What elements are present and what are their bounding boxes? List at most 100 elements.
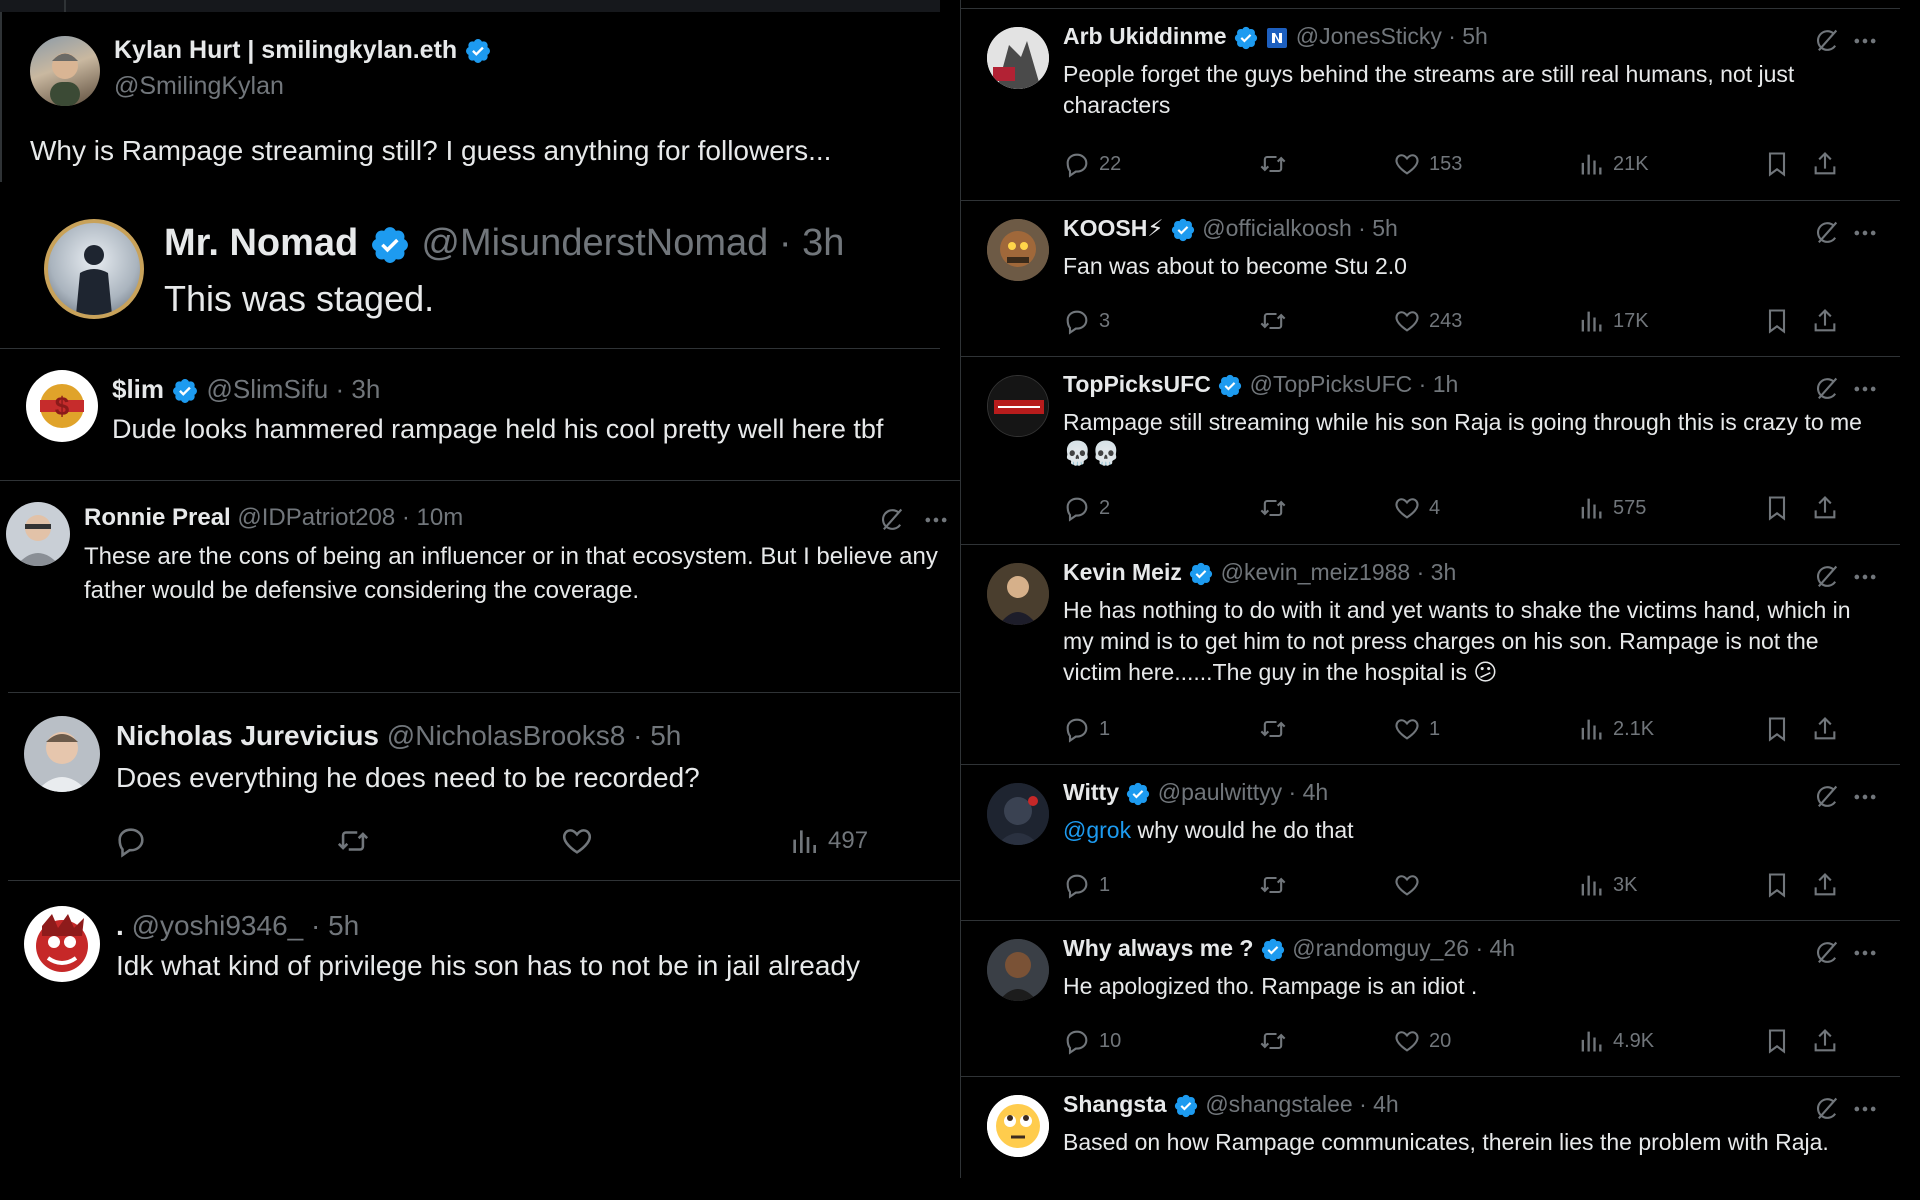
- like-button[interactable]: 243: [1393, 306, 1462, 336]
- post-time[interactable]: · 4h: [1475, 935, 1515, 961]
- author-handle[interactable]: @SmilingKylan: [114, 72, 284, 101]
- tweet[interactable]: Why always me ? @randomguy_26 · 4h He ap…: [961, 920, 1900, 1076]
- avatar[interactable]: [987, 1095, 1049, 1157]
- tweet[interactable]: TopPicksUFC @TopPicksUFC · 1h Rampage st…: [961, 356, 1900, 544]
- grok-icon[interactable]: [1813, 563, 1841, 591]
- more-icon[interactable]: [922, 506, 950, 534]
- bookmark-button[interactable]: [1763, 149, 1799, 179]
- post-time[interactable]: · 5h: [1448, 23, 1488, 49]
- avatar[interactable]: [987, 27, 1049, 89]
- author-name[interactable]: TopPicksUFC: [1063, 371, 1211, 397]
- bookmark-button[interactable]: [1763, 870, 1799, 900]
- avatar[interactable]: [987, 375, 1049, 437]
- reply-button[interactable]: 22: [1063, 149, 1121, 179]
- author-handle[interactable]: @JonesSticky: [1296, 23, 1442, 49]
- author-handle[interactable]: @yoshi9346_: [132, 910, 304, 941]
- share-button[interactable]: [1811, 1026, 1847, 1056]
- author-name[interactable]: $lim: [112, 374, 164, 404]
- post-time[interactable]: · 5h: [311, 910, 359, 941]
- author-name[interactable]: Nicholas Jurevicius: [116, 720, 379, 751]
- post-time[interactable]: · 4h: [1289, 779, 1329, 805]
- avatar-nomad[interactable]: [44, 219, 144, 319]
- author-name[interactable]: KOOSH⚡: [1063, 215, 1164, 241]
- grok-icon[interactable]: [1813, 1095, 1841, 1123]
- post-time[interactable]: · 3h: [335, 374, 380, 404]
- avatar-yoshi[interactable]: [24, 906, 100, 982]
- like-button[interactable]: [1393, 870, 1429, 900]
- author-handle[interactable]: @NicholasBrooks8: [387, 720, 626, 751]
- retweet-icon[interactable]: [336, 824, 370, 858]
- post-time[interactable]: · 5h: [1358, 215, 1398, 241]
- share-button[interactable]: [1811, 870, 1847, 900]
- retweet-button[interactable]: [1259, 493, 1295, 523]
- views-button[interactable]: 497: [788, 824, 868, 858]
- more-icon[interactable]: [1851, 939, 1879, 967]
- post-time[interactable]: · 10m: [402, 504, 463, 531]
- author-handle[interactable]: @kevin_meiz1988: [1221, 559, 1411, 585]
- avatar-nicholas[interactable]: [24, 716, 100, 792]
- avatar-slim[interactable]: $: [26, 370, 98, 442]
- grok-icon[interactable]: [1813, 939, 1841, 967]
- reply-button[interactable]: 3: [1063, 306, 1110, 336]
- grok-icon[interactable]: [1813, 27, 1841, 55]
- author-handle[interactable]: @SlimSifu: [207, 374, 329, 404]
- tweet[interactable]: Witty @paulwittyy · 4h @grok why would h…: [961, 764, 1900, 920]
- grok-icon[interactable]: [1813, 219, 1841, 247]
- author-handle[interactable]: @officialkoosh: [1202, 215, 1352, 241]
- like-button[interactable]: 4: [1393, 493, 1440, 523]
- author-name[interactable]: Arb Ukiddinme: [1063, 23, 1227, 49]
- share-button[interactable]: [1811, 493, 1847, 523]
- author-handle[interactable]: @MisunderstNomad: [421, 222, 768, 264]
- more-icon[interactable]: [1851, 563, 1879, 591]
- author-name[interactable]: Why always me ?: [1063, 935, 1253, 961]
- avatar[interactable]: [987, 939, 1049, 1001]
- author-handle[interactable]: @paulwittyy: [1158, 779, 1282, 805]
- views-button[interactable]: 575: [1577, 493, 1646, 523]
- author-name[interactable]: Shangsta: [1063, 1091, 1167, 1117]
- reply-button[interactable]: 10: [1063, 1026, 1121, 1056]
- post-time[interactable]: · 1h: [1419, 371, 1459, 397]
- share-button[interactable]: [1811, 714, 1847, 744]
- more-icon[interactable]: [1851, 1095, 1879, 1123]
- retweet-button[interactable]: [1259, 714, 1295, 744]
- avatar[interactable]: [987, 219, 1049, 281]
- views-button[interactable]: 17K: [1577, 306, 1649, 336]
- tweet[interactable]: Kevin Meiz @kevin_meiz1988 · 3h He has n…: [961, 544, 1900, 764]
- like-button[interactable]: 1: [1393, 714, 1440, 744]
- post-time[interactable]: · 5h: [633, 720, 681, 751]
- author-handle[interactable]: @shangstalee: [1205, 1091, 1352, 1117]
- bookmark-button[interactable]: [1763, 1026, 1799, 1056]
- post-time[interactable]: · 4h: [1359, 1091, 1399, 1117]
- reply-button[interactable]: 1: [1063, 870, 1110, 900]
- reply-button[interactable]: 2: [1063, 493, 1110, 523]
- avatar-ronnie[interactable]: [6, 502, 70, 566]
- share-button[interactable]: [1811, 306, 1847, 336]
- post-time[interactable]: · 3h: [779, 222, 844, 264]
- retweet-button[interactable]: [1259, 149, 1295, 179]
- retweet-button[interactable]: [1259, 1026, 1295, 1056]
- grok-icon[interactable]: [878, 506, 906, 534]
- retweet-button[interactable]: [1259, 870, 1295, 900]
- like-icon[interactable]: [560, 824, 594, 858]
- more-icon[interactable]: [1851, 27, 1879, 55]
- share-button[interactable]: [1811, 149, 1847, 179]
- like-button[interactable]: 20: [1393, 1026, 1451, 1056]
- author-name[interactable]: Ronnie Preal: [84, 504, 231, 531]
- avatar[interactable]: [987, 563, 1049, 625]
- author-handle[interactable]: @IDPatriot208: [237, 504, 395, 531]
- bookmark-button[interactable]: [1763, 306, 1799, 336]
- like-button[interactable]: 153: [1393, 149, 1462, 179]
- views-button[interactable]: 4.9K: [1577, 1026, 1654, 1056]
- grok-icon[interactable]: [1813, 783, 1841, 811]
- avatar-kylan[interactable]: [30, 36, 100, 106]
- post-time[interactable]: · 3h: [1417, 559, 1457, 585]
- reply-icon[interactable]: [114, 824, 148, 858]
- author-handle[interactable]: @TopPicksUFC: [1250, 371, 1413, 397]
- author-name[interactable]: Mr. Nomad: [164, 222, 358, 264]
- author-name[interactable]: .: [116, 910, 124, 941]
- avatar[interactable]: [987, 783, 1049, 845]
- views-button[interactable]: 3K: [1577, 870, 1637, 900]
- bookmark-button[interactable]: [1763, 714, 1799, 744]
- grok-icon[interactable]: [1813, 375, 1841, 403]
- mention-link[interactable]: @grok: [1063, 817, 1131, 843]
